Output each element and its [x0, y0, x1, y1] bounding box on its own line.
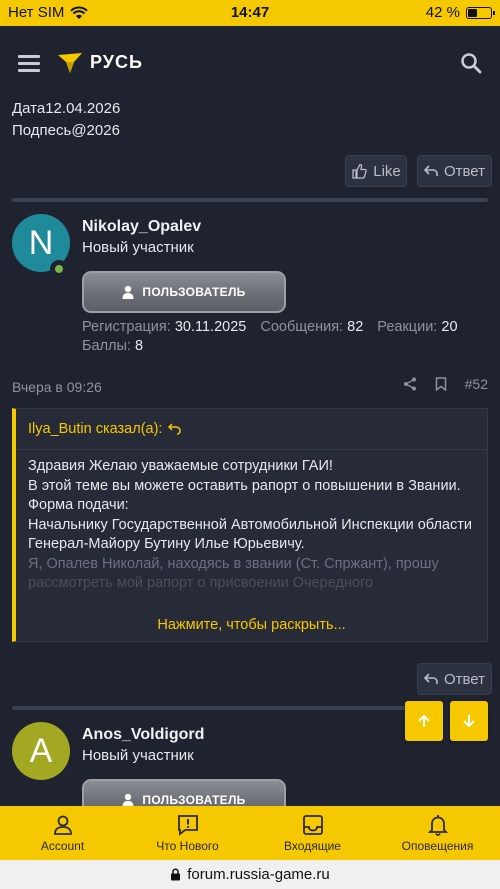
like-label: Like: [373, 162, 401, 180]
points-value: 8: [134, 338, 144, 354]
quote-line: Здравия Желаю уважаемые сотрудники ГАИ!: [28, 458, 333, 474]
post-date[interactable]: Вчера в 09:26: [12, 379, 102, 395]
reply-button[interactable]: Ответ: [417, 663, 492, 695]
reactions-label: Реакции:: [377, 319, 438, 335]
tab-account[interactable]: Account: [0, 806, 125, 860]
quote-line: В этой теме вы можете оставить рапорт о …: [28, 477, 461, 494]
quote-line-faded: рассмотреть мой рапорт о присвоении Очер…: [28, 575, 374, 591]
messages-value: 82: [347, 319, 364, 335]
reg-value: 30.11.2025: [174, 319, 247, 335]
quote-author-label: Ilya_Butin сказал(а):: [28, 421, 163, 437]
online-status-icon: [50, 260, 68, 278]
user-title: Новый участник: [82, 747, 194, 764]
signature-date: Дата12.04.2026: [12, 100, 121, 117]
whats-new-icon: [177, 814, 198, 836]
scroll-up-button[interactable]: [405, 701, 443, 741]
scroll-down-button[interactable]: [450, 701, 488, 741]
avatar[interactable]: A: [12, 722, 70, 780]
status-bar: Нет SIM 14:47 42 %: [0, 0, 500, 26]
quote-line: Начальнику Государственной Автомобильной…: [28, 516, 472, 553]
avatar-letter: A: [29, 731, 53, 770]
tab-whats-new[interactable]: Что Нового: [125, 806, 250, 860]
tab-alerts[interactable]: Оповещения: [375, 806, 500, 860]
reply-label: Ответ: [443, 670, 486, 688]
lock-icon: [171, 868, 181, 881]
arrow-up-icon: [418, 714, 430, 727]
user-title: Новый участник: [82, 239, 194, 256]
site-logo[interactable]: РУСЬ: [58, 52, 143, 73]
user-icon: [122, 285, 134, 299]
logo-text: РУСЬ: [90, 52, 143, 72]
post-divider: [12, 706, 410, 710]
menu-icon[interactable]: [18, 55, 40, 72]
quote-line: Форма подачи:: [28, 497, 129, 513]
quote-author[interactable]: Ilya_Butin сказал(а):: [28, 421, 182, 437]
user-stats: Регистрация: 30.11.2025 Сообщения: 82 Ре…: [82, 318, 492, 356]
tab-label: Что Нового: [156, 838, 219, 853]
bell-icon: [427, 814, 448, 836]
username[interactable]: Nikolay_Opalev: [82, 218, 201, 236]
url-bar[interactable]: forum.russia-game.ru: [0, 860, 500, 889]
reg-label: Регистрация:: [82, 319, 171, 335]
expand-quote-link[interactable]: Нажмите, чтобы раскрыть...: [16, 617, 487, 633]
reactions-value: 20: [441, 319, 458, 335]
tab-label: Оповещения: [401, 838, 474, 853]
battery-icon: [466, 6, 495, 19]
url-text: forum.russia-game.ru: [187, 866, 330, 883]
tab-inbox[interactable]: Входящие: [250, 806, 375, 860]
quote-block: Ilya_Butin сказал(а): Здравия Желаю уваж…: [12, 408, 488, 642]
reply-label: Ответ: [443, 162, 486, 180]
top-navbar: РУСЬ: [0, 26, 500, 98]
jump-to-quote-icon: [168, 423, 182, 435]
role-banner: ПОЛЬЗОВАТЕЛЬ: [82, 271, 286, 313]
arrow-down-icon: [463, 715, 475, 728]
search-icon[interactable]: [460, 52, 482, 74]
battery-percent: 42 %: [425, 4, 460, 21]
avatar-letter: N: [28, 223, 54, 262]
share-icon[interactable]: [403, 377, 417, 391]
logo-mark-icon: [58, 52, 82, 73]
user-icon: [122, 793, 134, 807]
inbox-icon: [302, 814, 323, 835]
reply-icon: [423, 165, 438, 176]
post-number[interactable]: #52: [465, 376, 488, 392]
tab-label: Входящие: [284, 838, 341, 853]
reply-button-prev[interactable]: Ответ: [417, 155, 492, 187]
signature-sign: Подпесь@2026: [12, 122, 120, 139]
quote-separator: [16, 449, 487, 450]
tab-label: Account: [40, 838, 85, 853]
post-actions: #52: [403, 376, 488, 392]
post-divider: [12, 198, 488, 202]
like-button[interactable]: Like: [345, 155, 407, 187]
username[interactable]: Anos_Voldigord: [82, 726, 204, 744]
messages-label: Сообщения:: [260, 319, 344, 335]
reply-icon: [423, 673, 438, 684]
quote-text: Здравия Желаю уважаемые сотрудники ГАИ! …: [28, 457, 477, 594]
points-label: Баллы:: [82, 338, 131, 354]
role-label: ПОЛЬЗОВАТЕЛЬ: [142, 793, 246, 807]
thumbs-up-icon: [352, 163, 367, 179]
account-icon: [53, 815, 72, 835]
bottom-tab-bar: Account Что Нового Входящие Оповещения: [0, 806, 500, 860]
quote-line-faded: Я, Опалев Николай, находясь в звании (Ст…: [28, 555, 439, 572]
bookmark-icon[interactable]: [435, 377, 447, 391]
role-label: ПОЛЬЗОВАТЕЛЬ: [142, 285, 246, 299]
